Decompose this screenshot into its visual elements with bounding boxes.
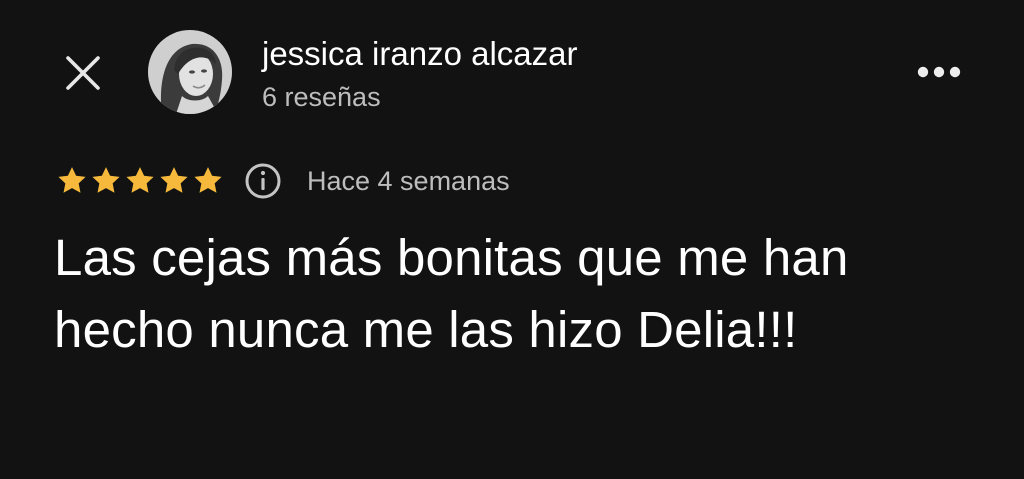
review-count[interactable]: 6 reseñas: [262, 80, 381, 114]
rating-row: Hace 4 semanas: [55, 158, 510, 204]
profile-photo: [148, 30, 232, 114]
review-detail-screen: jessica iranzo alcazar 6 reseñas Hace 4 …: [0, 0, 1024, 479]
info-button[interactable]: [243, 161, 283, 201]
review-date: Hace 4 semanas: [307, 165, 510, 196]
close-button[interactable]: [60, 50, 106, 96]
star-icon: [160, 167, 188, 193]
avatar[interactable]: [148, 30, 232, 114]
info-icon: [245, 163, 281, 199]
star-icon: [194, 167, 222, 193]
close-icon: [66, 56, 100, 90]
author-name[interactable]: jessica iranzo alcazar: [262, 34, 577, 74]
more-horizontal-icon: [917, 66, 961, 78]
more-options-button[interactable]: [908, 52, 970, 92]
star-icon: [92, 167, 120, 193]
star-rating: [55, 164, 225, 198]
star-icon: [58, 167, 86, 193]
review-text: Las cejas más bonitas que me han hecho n…: [54, 229, 849, 358]
star-icon: [126, 167, 154, 193]
